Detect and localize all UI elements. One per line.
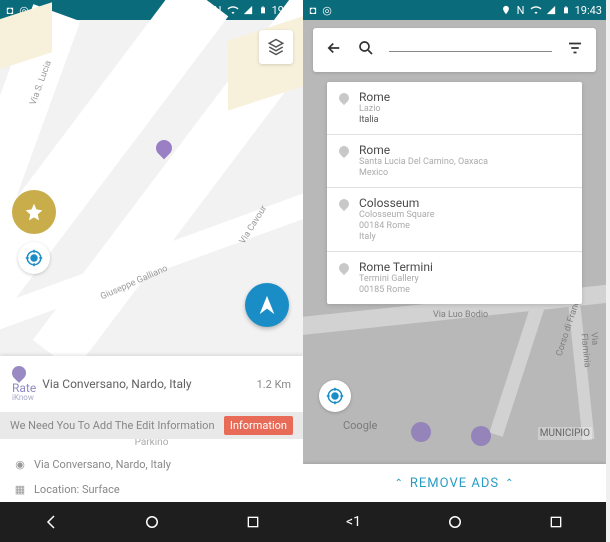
wifi-icon [530, 4, 542, 16]
result-item[interactable]: Rome Santa Lucia Del Camino, Oaxaca Mexi… [327, 135, 582, 188]
result-sub: Mexico [359, 168, 488, 179]
back-button[interactable] [21, 502, 81, 542]
map-marker-icon[interactable] [471, 426, 491, 446]
pin-icon: ◉ [14, 459, 26, 471]
camera-icon: ◎ [321, 4, 333, 16]
wifi-icon [227, 4, 239, 16]
result-sub: Italy [359, 232, 435, 243]
result-title: Colosseum [359, 196, 435, 210]
info-address-row: ◉ Via Conversano, Nardo, Italy [0, 452, 303, 477]
result-sub: Colosseum Square [359, 210, 435, 221]
chevron-up-icon: ⌃ [395, 478, 404, 489]
result-sub: Santa Lucia Del Camino, Oaxaca [359, 157, 488, 168]
pin-icon [337, 197, 351, 211]
result-sub: Italia [359, 115, 390, 126]
recent-button[interactable] [526, 502, 586, 542]
signal-icon [242, 4, 254, 16]
remove-ads-label: REMOVE ADS [410, 476, 499, 491]
screen-right: ◘ ◎ N 19:43 Via Luo Bodio Corso di Franc… [303, 0, 606, 542]
android-nav-bar [0, 502, 303, 542]
home-button[interactable] [122, 502, 182, 542]
place-address: Via Conversano, Nardo, Italy [42, 377, 256, 391]
recent-button[interactable] [223, 502, 283, 542]
poi-label: MUNICIPIO [538, 427, 592, 440]
road-label: Via Luo Bodio [433, 310, 488, 320]
my-location-button[interactable] [319, 380, 351, 412]
remove-ads-button[interactable]: ⌃ REMOVE ADS ⌃ [303, 464, 606, 502]
nfc-icon: N [515, 4, 527, 16]
place-card[interactable]: Rate iKnow Via Conversano, Nardo, Italy … [0, 356, 303, 502]
location-icon [500, 4, 512, 16]
pin-icon [337, 91, 351, 105]
result-item[interactable]: Rome Termini Termini Gallery 00185 Rome [327, 252, 582, 304]
result-sub: 00185 Rome [359, 285, 433, 296]
favorites-button[interactable] [12, 190, 56, 234]
status-bar: ◘ ◎ N 19:43 [303, 0, 606, 20]
info-location: Location: Surface [34, 483, 120, 496]
screen-left: ◘ ◎ N 19:33 Via S. Lucia Giuseppe Gallia… [0, 0, 303, 542]
back-button[interactable]: <1 [324, 502, 384, 542]
pin-icon [9, 363, 29, 383]
info-location-row: ▦ Location: Surface [0, 477, 303, 502]
place-distance: 1.2 Km [257, 378, 291, 391]
result-title: Rome [359, 143, 488, 157]
info-address: Via Conversano, Nardo, Italy [34, 458, 171, 471]
search-header [313, 28, 596, 72]
banner-text: We Need You To Add The Edit Information [10, 419, 224, 432]
google-logo: Coogle [343, 419, 377, 432]
result-title: Rome [359, 90, 390, 104]
search-input[interactable] [389, 48, 552, 52]
my-location-button[interactable] [18, 242, 50, 274]
map-marker-icon[interactable] [411, 422, 431, 442]
battery-icon [560, 4, 572, 16]
battery-icon [257, 4, 269, 16]
status-time: 19:43 [575, 4, 602, 17]
iknow-label: iKnow [12, 394, 34, 402]
chevron-up-icon: ⌃ [505, 478, 514, 489]
road-label: Via Flaminia [578, 332, 601, 368]
android-nav-bar: <1 [303, 502, 606, 542]
instagram-icon: ◘ [307, 4, 319, 16]
layers-button[interactable] [259, 30, 293, 64]
result-sub: 00184 Rome [359, 221, 435, 232]
pin-icon [337, 261, 351, 275]
home-button[interactable] [425, 502, 485, 542]
rate-block[interactable]: Rate iKnow [12, 366, 36, 402]
result-item[interactable]: Colosseum Colosseum Square 00184 Rome It… [327, 188, 582, 252]
result-title: Rome Termini [359, 260, 433, 274]
card-header: Rate iKnow Via Conversano, Nardo, Italy … [0, 356, 303, 412]
pin-icon [337, 144, 351, 158]
result-sub: Lazio [359, 104, 390, 115]
info-banner: We Need You To Add The Edit Information … [0, 412, 303, 439]
filter-icon[interactable] [566, 39, 584, 61]
search-results: Rome Lazio Italia Rome Santa Lucia Del C… [327, 82, 582, 304]
signal-icon [545, 4, 557, 16]
location-icon: ▦ [14, 484, 26, 496]
information-button[interactable]: Information [224, 416, 293, 435]
result-sub: Termini Gallery [359, 274, 433, 285]
search-icon[interactable] [357, 39, 375, 61]
navigate-button[interactable] [245, 283, 289, 327]
result-item[interactable]: Rome Lazio Italia [327, 82, 582, 135]
back-icon[interactable] [325, 39, 343, 61]
